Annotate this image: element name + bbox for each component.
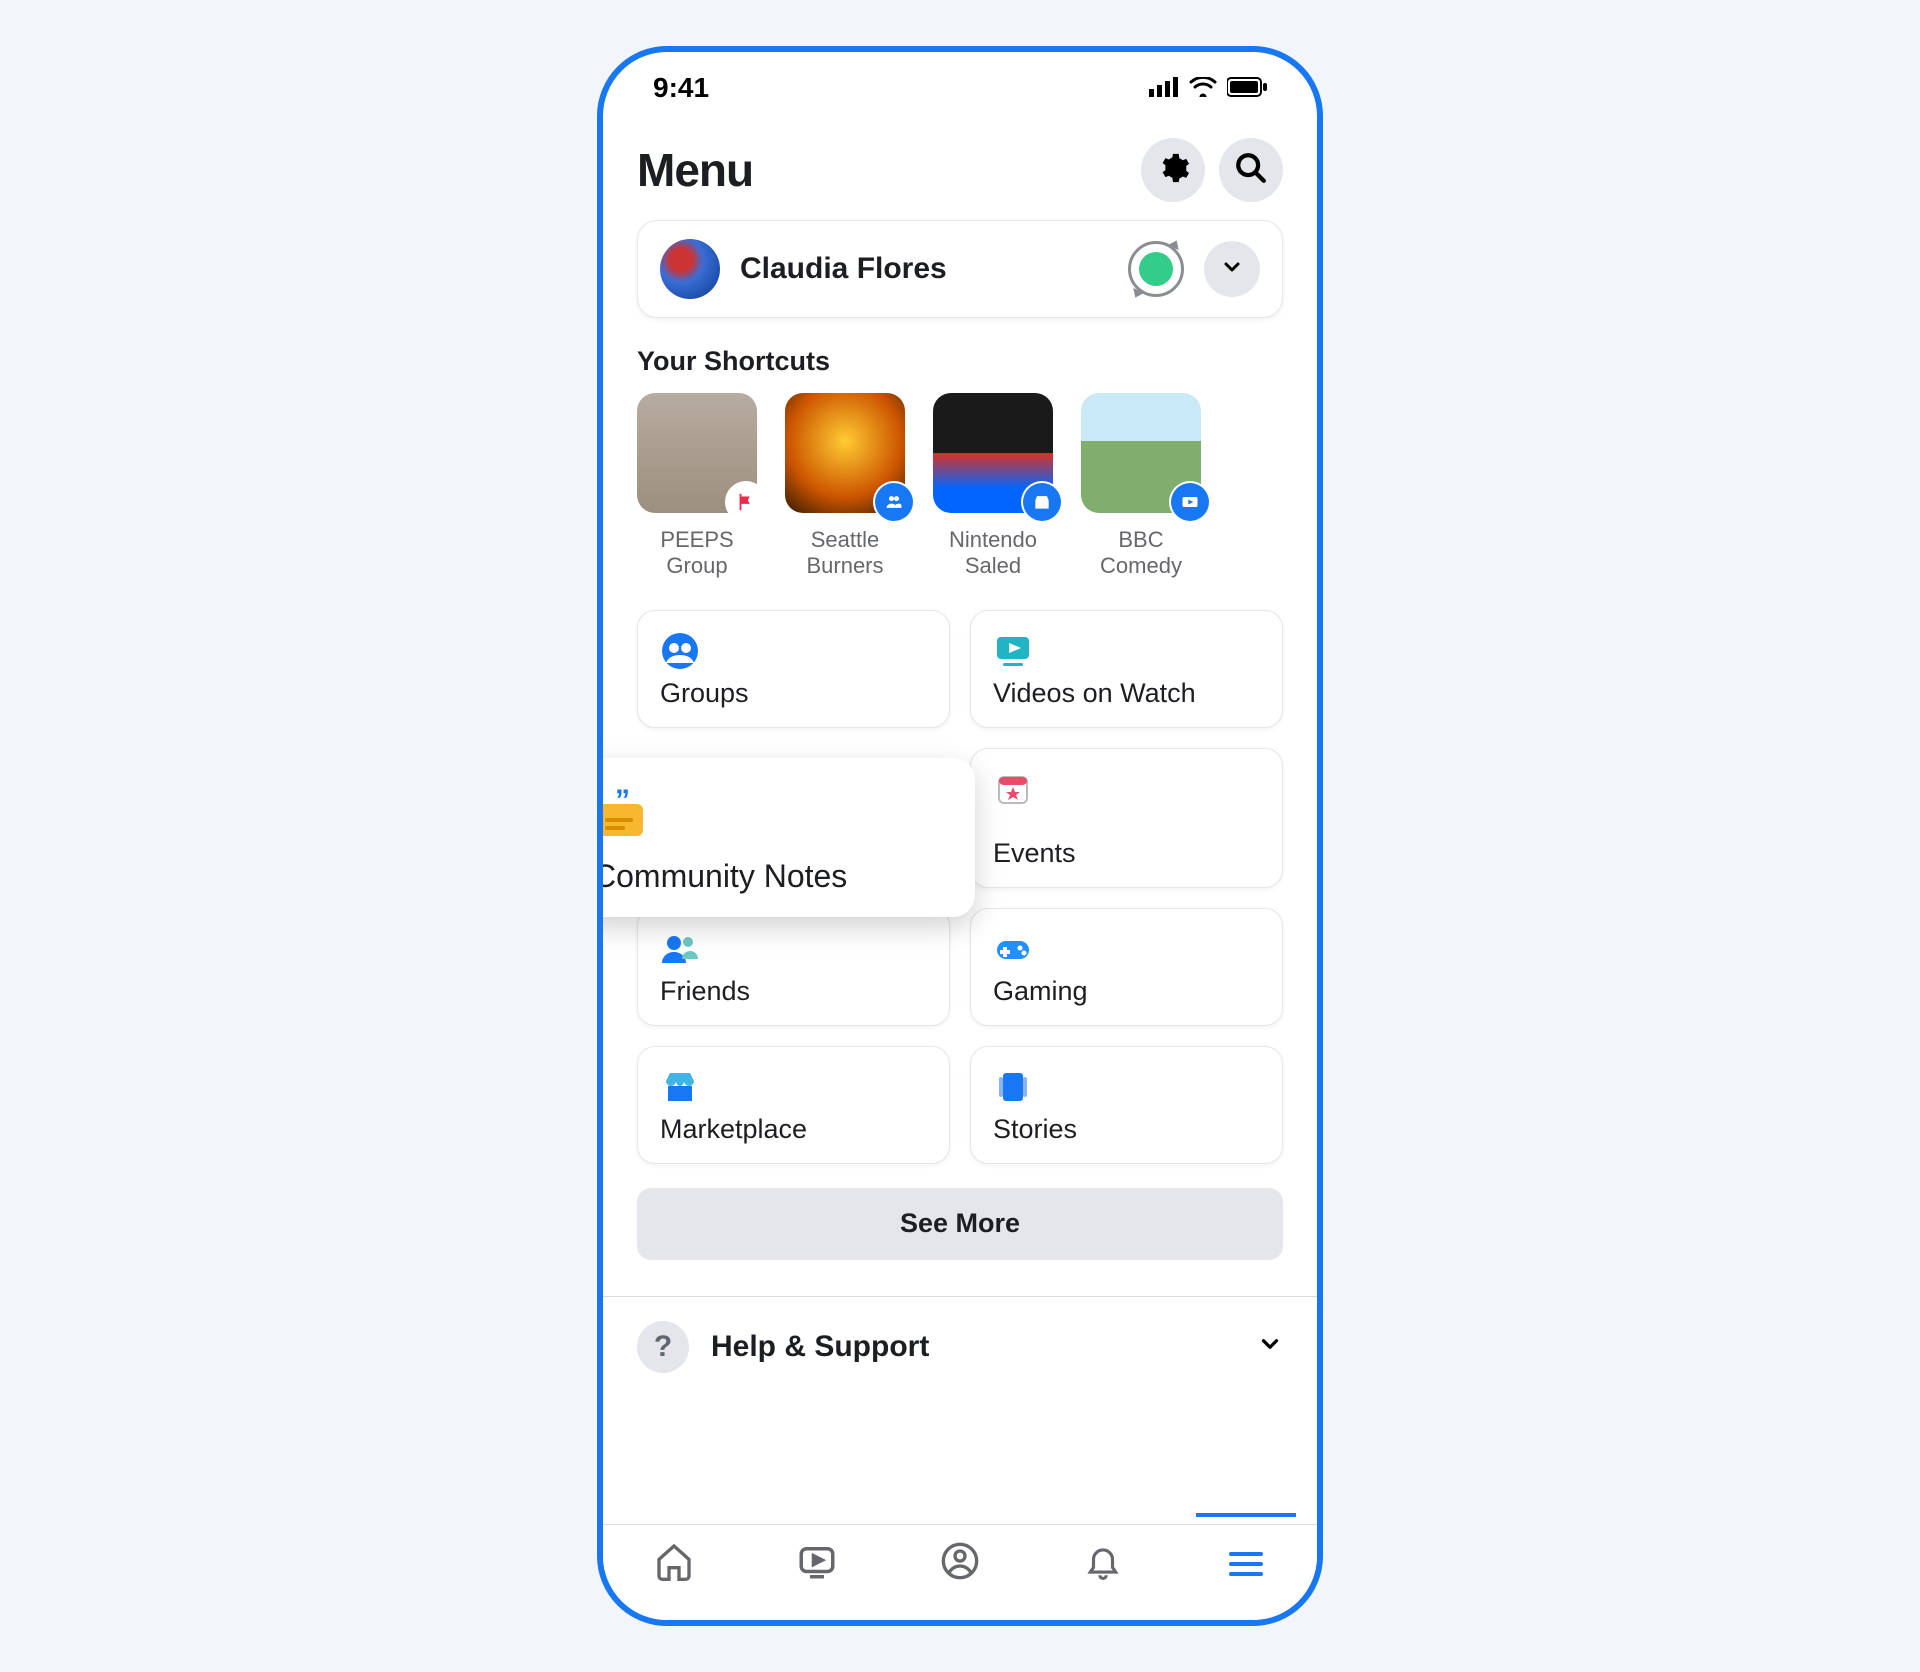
tile-label: Community Notes — [597, 858, 951, 895]
tile-label: Friends — [660, 976, 927, 1007]
account-switch-icon[interactable] — [1128, 241, 1184, 297]
tab-menu[interactable] — [1196, 1534, 1296, 1594]
shortcut-label: PEEPS Group — [637, 527, 757, 580]
page-content: Claudia Flores Your Shortcuts — [603, 220, 1317, 1524]
profile-tab-icon — [940, 1541, 980, 1586]
home-icon — [654, 1541, 694, 1586]
tile-label: Events — [993, 838, 1260, 869]
profile-name: Claudia Flores — [740, 252, 1108, 286]
page-header: Menu — [603, 124, 1317, 220]
shortcut-thumb — [1081, 393, 1201, 513]
app-canvas: 9:41 Menu — [0, 0, 1920, 1672]
shortcut-label: Seattle Burners — [785, 527, 905, 580]
watch-icon — [993, 631, 1033, 671]
search-icon — [1234, 151, 1268, 190]
phone-frame: 9:41 Menu — [597, 46, 1323, 1626]
group-badge-icon — [875, 483, 913, 521]
help-icon: ? — [637, 1321, 689, 1373]
marketplace-icon — [660, 1067, 700, 1107]
menu-grid: Groups Videos on Watch ” Community Notes — [637, 610, 1283, 1164]
expand-profile-button[interactable] — [1204, 241, 1260, 297]
hamburger-icon — [1229, 1549, 1263, 1579]
gear-icon — [1156, 151, 1190, 190]
tile-stories[interactable]: Stories — [970, 1046, 1283, 1164]
shortcuts-row: PEEPS Group Seattle Burners — [637, 393, 1283, 580]
settings-button[interactable] — [1141, 138, 1205, 202]
flag-badge-icon — [727, 483, 765, 521]
chevron-down-icon — [1257, 1331, 1283, 1362]
help-support-row[interactable]: ? Help & Support — [637, 1297, 1283, 1397]
status-indicators — [1149, 72, 1267, 104]
profile-card[interactable]: Claudia Flores — [637, 220, 1283, 318]
status-time: 9:41 — [653, 72, 709, 104]
tile-groups[interactable]: Groups — [637, 610, 950, 728]
tile-label: Videos on Watch — [993, 678, 1260, 709]
see-more-label: See More — [900, 1208, 1020, 1239]
chevron-down-icon — [1220, 255, 1244, 284]
shortcut-peeps-group[interactable]: PEEPS Group — [637, 393, 757, 580]
bottom-tabbar — [603, 1524, 1317, 1620]
cellular-icon — [1149, 72, 1179, 104]
tile-friends[interactable]: Friends — [637, 908, 950, 1026]
tile-label: Gaming — [993, 976, 1260, 1007]
shortcuts-title: Your Shortcuts — [637, 346, 1283, 377]
search-button[interactable] — [1219, 138, 1283, 202]
battery-icon — [1227, 72, 1267, 104]
tile-label: Marketplace — [660, 1114, 927, 1145]
tile-community-notes[interactable]: ” Community Notes — [597, 758, 975, 917]
shortcut-seattle-burners[interactable]: Seattle Burners — [785, 393, 905, 580]
tab-notifications[interactable] — [1053, 1534, 1153, 1594]
events-icon — [993, 769, 1033, 809]
page-title: Menu — [637, 143, 753, 197]
svg-text:”: ” — [615, 784, 630, 817]
tile-gaming[interactable]: Gaming — [970, 908, 1283, 1026]
shortcut-thumb — [933, 393, 1053, 513]
shortcut-thumb — [637, 393, 757, 513]
profile-avatar — [660, 239, 720, 299]
shortcut-bbc-comedy[interactable]: BBC Comedy — [1081, 393, 1201, 580]
see-more-button[interactable]: See More — [637, 1188, 1283, 1260]
tile-label: Groups — [660, 678, 927, 709]
gaming-icon — [993, 929, 1033, 969]
tab-watch[interactable] — [767, 1534, 867, 1594]
watch-tab-icon — [796, 1540, 838, 1587]
tile-events[interactable]: Events — [970, 748, 1283, 888]
video-badge-icon — [1171, 483, 1209, 521]
community-notes-icon: ” — [597, 784, 653, 844]
help-label: Help & Support — [711, 1330, 1235, 1364]
tile-label: Stories — [993, 1114, 1260, 1145]
tab-profile[interactable] — [910, 1534, 1010, 1594]
header-actions — [1141, 138, 1283, 202]
friends-icon — [660, 929, 700, 969]
groups-icon — [660, 631, 700, 671]
tile-videos-on-watch[interactable]: Videos on Watch — [970, 610, 1283, 728]
store-badge-icon — [1023, 483, 1061, 521]
shortcut-label: Nintendo Saled — [933, 527, 1053, 580]
stories-icon — [993, 1067, 1033, 1107]
tile-marketplace[interactable]: Marketplace — [637, 1046, 950, 1164]
tab-home[interactable] — [624, 1534, 724, 1594]
wifi-icon — [1189, 72, 1217, 104]
shortcut-label: BBC Comedy — [1081, 527, 1201, 580]
bell-icon — [1084, 1542, 1122, 1585]
status-bar: 9:41 — [603, 52, 1317, 124]
shortcut-nintendo-saled[interactable]: Nintendo Saled — [933, 393, 1053, 580]
shortcut-thumb — [785, 393, 905, 513]
